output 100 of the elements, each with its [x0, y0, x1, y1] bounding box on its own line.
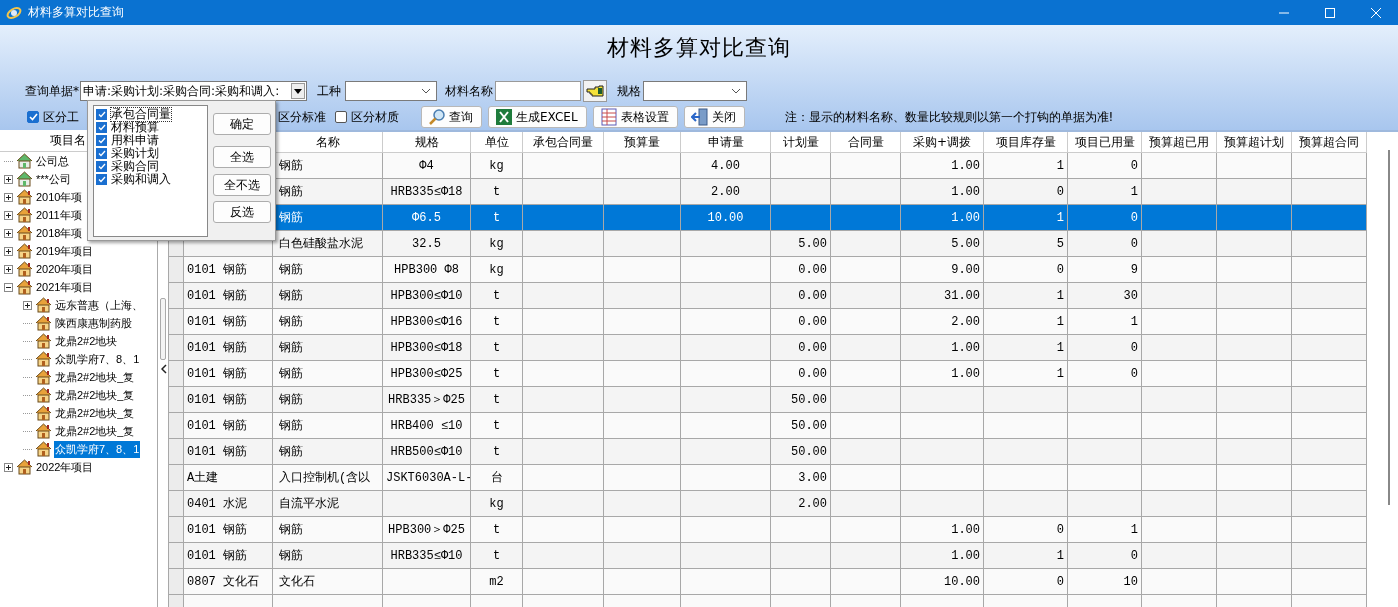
- checkbox[interactable]: [96, 174, 107, 185]
- tree-item[interactable]: 陕西康惠制药股: [54, 314, 133, 332]
- table-cell: 0401 水泥: [183, 490, 273, 517]
- tree-item[interactable]: 龙鼎2#2地块_复: [54, 386, 136, 404]
- tree-item[interactable]: 众凯学府7、8、1: [54, 350, 141, 368]
- toolbar-button[interactable]: 生成EXCEL: [488, 106, 587, 128]
- checkbox[interactable]: [335, 111, 347, 123]
- tree-item[interactable]: 2022年项目: [35, 458, 95, 476]
- table-cell: t: [470, 438, 523, 465]
- column-header: 预算超合同: [1291, 132, 1367, 153]
- page-title: 材料多算对比查询: [606, 34, 792, 62]
- close-icon[interactable]: [1370, 6, 1382, 19]
- toolbar-button[interactable]: 查询: [421, 106, 482, 128]
- table-cell: 0: [983, 256, 1068, 283]
- table-cell: 0.00: [770, 308, 831, 335]
- tree-item[interactable]: 2010年项: [35, 188, 84, 206]
- checkbox[interactable]: [96, 161, 107, 172]
- table-cell: 1.00: [900, 178, 984, 205]
- chevron-down-icon[interactable]: [421, 88, 431, 94]
- tree-item[interactable]: 2020年项目: [35, 260, 95, 278]
- table-cell: Φ4: [382, 152, 471, 179]
- checkbox[interactable]: [96, 148, 107, 159]
- expand-icon[interactable]: [4, 210, 13, 220]
- tree-item[interactable]: 龙鼎2#2地块_复: [54, 368, 136, 386]
- house-icon: [35, 369, 52, 385]
- list-item[interactable]: 采购和调入: [110, 172, 172, 187]
- list-item[interactable]: 采购合同: [110, 159, 160, 174]
- table-icon: [599, 108, 618, 126]
- expand-icon[interactable]: [4, 174, 13, 184]
- chevron-down-icon[interactable]: [731, 88, 741, 94]
- toolbar-button[interactable]: 表格设置: [592, 106, 678, 128]
- expand-icon[interactable]: [4, 462, 13, 472]
- scrollbar[interactable]: [1388, 150, 1390, 505]
- column-header: 承包合同量: [522, 132, 604, 153]
- table-cell: kg: [470, 256, 523, 283]
- material-name-field[interactable]: [495, 81, 581, 101]
- tree-item[interactable]: 公司总: [35, 152, 70, 170]
- tree-item[interactable]: 2019年项目: [35, 242, 95, 260]
- table-cell: HPB300≤Φ16: [382, 308, 471, 335]
- window-title: 材料多算对比查询: [28, 4, 124, 21]
- table-cell: 钢筋: [272, 334, 383, 361]
- table-cell: 0: [983, 178, 1068, 205]
- expand-icon[interactable]: [4, 264, 13, 274]
- tree-item[interactable]: 众凯学府7、8、1: [54, 440, 141, 458]
- column-header: 项目库存量: [983, 132, 1068, 153]
- pick-button[interactable]: [583, 80, 607, 102]
- table-cell: 1: [983, 308, 1068, 335]
- table-cell: t: [470, 178, 523, 205]
- list-item[interactable]: 用料申请: [110, 133, 160, 148]
- popup-button[interactable]: 反选: [213, 201, 271, 223]
- table-cell: 0: [1067, 360, 1142, 387]
- field-label: 工种: [317, 82, 341, 100]
- column-header: 预算超计划: [1216, 132, 1292, 153]
- toolbar-button[interactable]: 关闭: [683, 106, 745, 128]
- table-cell: t: [470, 308, 523, 335]
- collapse-panel-icon[interactable]: [161, 364, 167, 374]
- expand-icon[interactable]: [23, 300, 32, 310]
- document-dropdown[interactable]: 申请:采购计划:采购合同:采购和调入:: [80, 81, 307, 101]
- checkbox[interactable]: [96, 122, 107, 133]
- tree-item[interactable]: 2011年项: [35, 206, 83, 224]
- table-cell: 10.00: [680, 204, 771, 231]
- table-cell: 1.00: [900, 542, 984, 569]
- maximize-icon[interactable]: [1324, 6, 1336, 19]
- collapse-icon[interactable]: [4, 282, 13, 292]
- table-cell: 1.00: [900, 334, 984, 361]
- table-cell: 1: [1067, 308, 1142, 335]
- tree-item[interactable]: ***公司: [35, 170, 72, 188]
- table-cell: 50.00: [770, 438, 831, 465]
- tree-item[interactable]: 2018年项: [35, 224, 84, 242]
- table-cell: 0: [1067, 204, 1142, 231]
- checkbox[interactable]: [96, 109, 107, 120]
- column-header: 计划量: [770, 132, 831, 153]
- popup-button[interactable]: 全选: [213, 146, 271, 168]
- table-cell: 30: [1067, 282, 1142, 309]
- popup-button[interactable]: 全不选: [213, 174, 271, 196]
- dropdown-arrow-icon[interactable]: [294, 88, 302, 94]
- table-cell: 0101 钢筋: [183, 438, 273, 465]
- popup-button[interactable]: 确定: [213, 113, 271, 135]
- table-cell: m2: [470, 568, 523, 595]
- table-cell: 32.5: [382, 230, 471, 257]
- table-cell: t: [470, 542, 523, 569]
- table-cell: A土建: [183, 464, 273, 491]
- checkbox-label: 区分工: [43, 108, 79, 126]
- list-item[interactable]: 承包合同量: [110, 107, 172, 122]
- table-cell: HRB335＞Φ25: [382, 386, 471, 413]
- tree-item[interactable]: 2021年项目: [35, 278, 95, 296]
- tree-item[interactable]: 龙鼎2#2地块: [54, 332, 119, 350]
- table-cell: 1: [983, 282, 1068, 309]
- tree-item[interactable]: 龙鼎2#2地块_复: [54, 404, 136, 422]
- expand-icon[interactable]: [4, 246, 13, 256]
- house-icon: [16, 279, 33, 295]
- checkbox[interactable]: [27, 111, 39, 123]
- expand-icon[interactable]: [4, 192, 13, 202]
- tree-item[interactable]: 龙鼎2#2地块_复: [54, 422, 136, 440]
- house-icon: [35, 333, 52, 349]
- spec-dropdown[interactable]: [643, 81, 747, 101]
- trade-dropdown[interactable]: [345, 81, 437, 101]
- expand-icon[interactable]: [4, 228, 13, 238]
- tree-item[interactable]: 远东普惠（上海、: [54, 296, 144, 314]
- checkbox[interactable]: [96, 135, 107, 146]
